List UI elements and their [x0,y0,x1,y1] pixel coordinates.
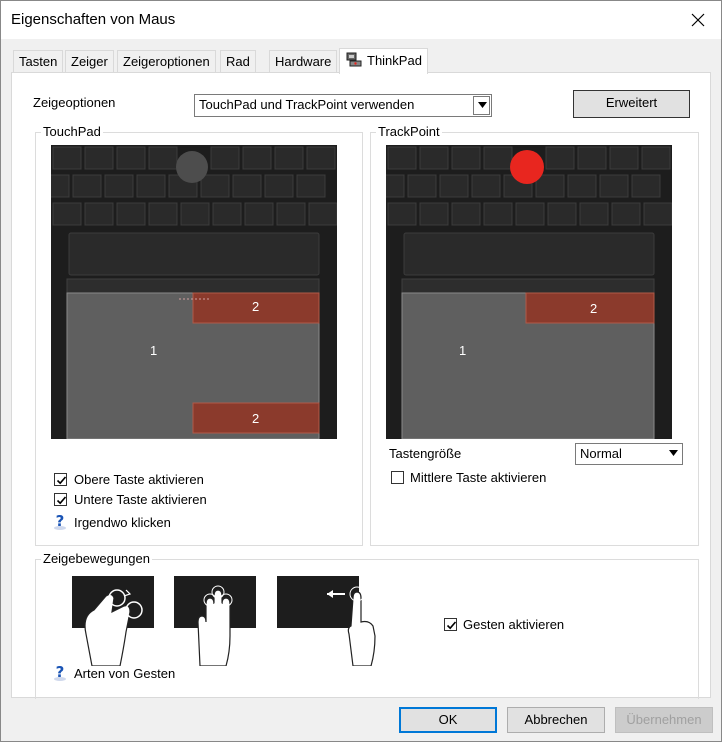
tab-label: Zeigeroptionen [123,54,210,69]
close-icon[interactable] [685,7,711,33]
help-icon[interactable]: ? [51,663,69,682]
thinkpad-icon [346,52,362,67]
chevron-down-icon [664,445,681,463]
window-title: Eigenschaften von Maus [11,11,176,28]
bottom-button-checkbox[interactable] [54,493,67,506]
pointing-options-select[interactable]: TouchPad und TrackPoint verwenden [194,94,492,117]
middle-button-checkbox[interactable] [391,471,404,484]
three-finger-gesture-icon [174,576,256,666]
tab-hardware[interactable]: Hardware [269,50,338,73]
button-size-select[interactable]: Normal [575,443,683,465]
ok-button[interactable]: OK [399,707,497,733]
cancel-button-label: Abbrechen [524,712,588,727]
ok-button-label: OK [438,712,458,727]
enable-gestures-checkbox[interactable] [444,618,457,631]
tab-label: Zeiger [71,54,108,69]
top-button-checkbox-label: Obere Taste aktivieren [74,472,204,487]
help-icon[interactable]: ? [51,512,69,531]
gestures-group-title: Zeigebewegungen [41,551,152,566]
chevron-down-icon [473,96,490,115]
mouse-properties-window: Eigenschaften von Maus Tasten Zeiger Zei… [0,0,722,742]
touchpad-zone-main-label: 1 [150,343,158,358]
touchpad-image: 1 2 2 [51,145,337,439]
top-button-checkbox[interactable] [54,473,67,486]
trackpoint-group: TrackPoint 1 2 Tastengröße Normal Mittle… [370,124,699,546]
thinkpad-panel: Zeigeoptionen TouchPad und TrackPoint ve… [11,72,711,699]
advanced-button-label: Erweitert [605,95,658,110]
tab-thinkpad[interactable]: ThinkPad [339,48,428,74]
tab-tasten[interactable]: Tasten [13,50,64,73]
tab-rad[interactable]: Rad [220,50,256,73]
tab-label: Rad [226,54,250,69]
rotate-gesture-icon [72,576,154,666]
cancel-button[interactable]: Abbrechen [507,707,605,733]
trackpoint-group-title: TrackPoint [376,124,442,139]
tab-zeiger[interactable]: Zeiger [65,50,114,73]
touchpad-zone-top-label: 2 [252,299,260,314]
svg-text:?: ? [56,513,65,530]
pointing-options-value: TouchPad und TrackPoint verwenden [199,97,415,112]
button-size-value: Normal [580,446,622,461]
pointing-options-label: Zeigeoptionen [33,95,116,110]
touchpad-zone-bottom-label: 2 [252,411,260,426]
title-bar: Eigenschaften von Maus [1,1,721,39]
apply-button-label: Übernehmen [626,712,702,727]
trackpoint-image: 1 2 [386,145,672,439]
tab-zeigeroptionen[interactable]: Zeigeroptionen [117,50,216,73]
touchpad-group-title: TouchPad [41,124,103,139]
enable-gestures-checkbox-label: Gesten aktivieren [463,617,565,632]
bottom-button-checkbox-label: Untere Taste aktivieren [74,492,207,507]
tab-label: Hardware [275,54,332,69]
apply-button[interactable]: Übernehmen [615,707,713,733]
touchpad-group: TouchPad 1 2 2 Obere Taste aktivieren Un… [35,124,363,546]
trackpoint-zone-main-label: 1 [459,343,467,358]
svg-text:?: ? [56,664,65,681]
button-size-label: Tastengröße [389,446,462,461]
advanced-button[interactable]: Erweitert [573,90,690,118]
gesture-types-link[interactable]: Arten von Gesten [74,666,175,681]
tab-label: Tasten [19,54,58,69]
swipe-left-gesture-icon [277,576,376,666]
gestures-group: Zeigebewegungen Gesten aktivieren ? Arte… [35,551,699,699]
trackpoint-zone-top-label: 2 [590,301,598,316]
click-anywhere-link[interactable]: Irgendwo klicken [74,515,171,530]
middle-button-checkbox-label: Mittlere Taste aktivieren [410,470,547,485]
tab-label: ThinkPad [367,53,422,68]
